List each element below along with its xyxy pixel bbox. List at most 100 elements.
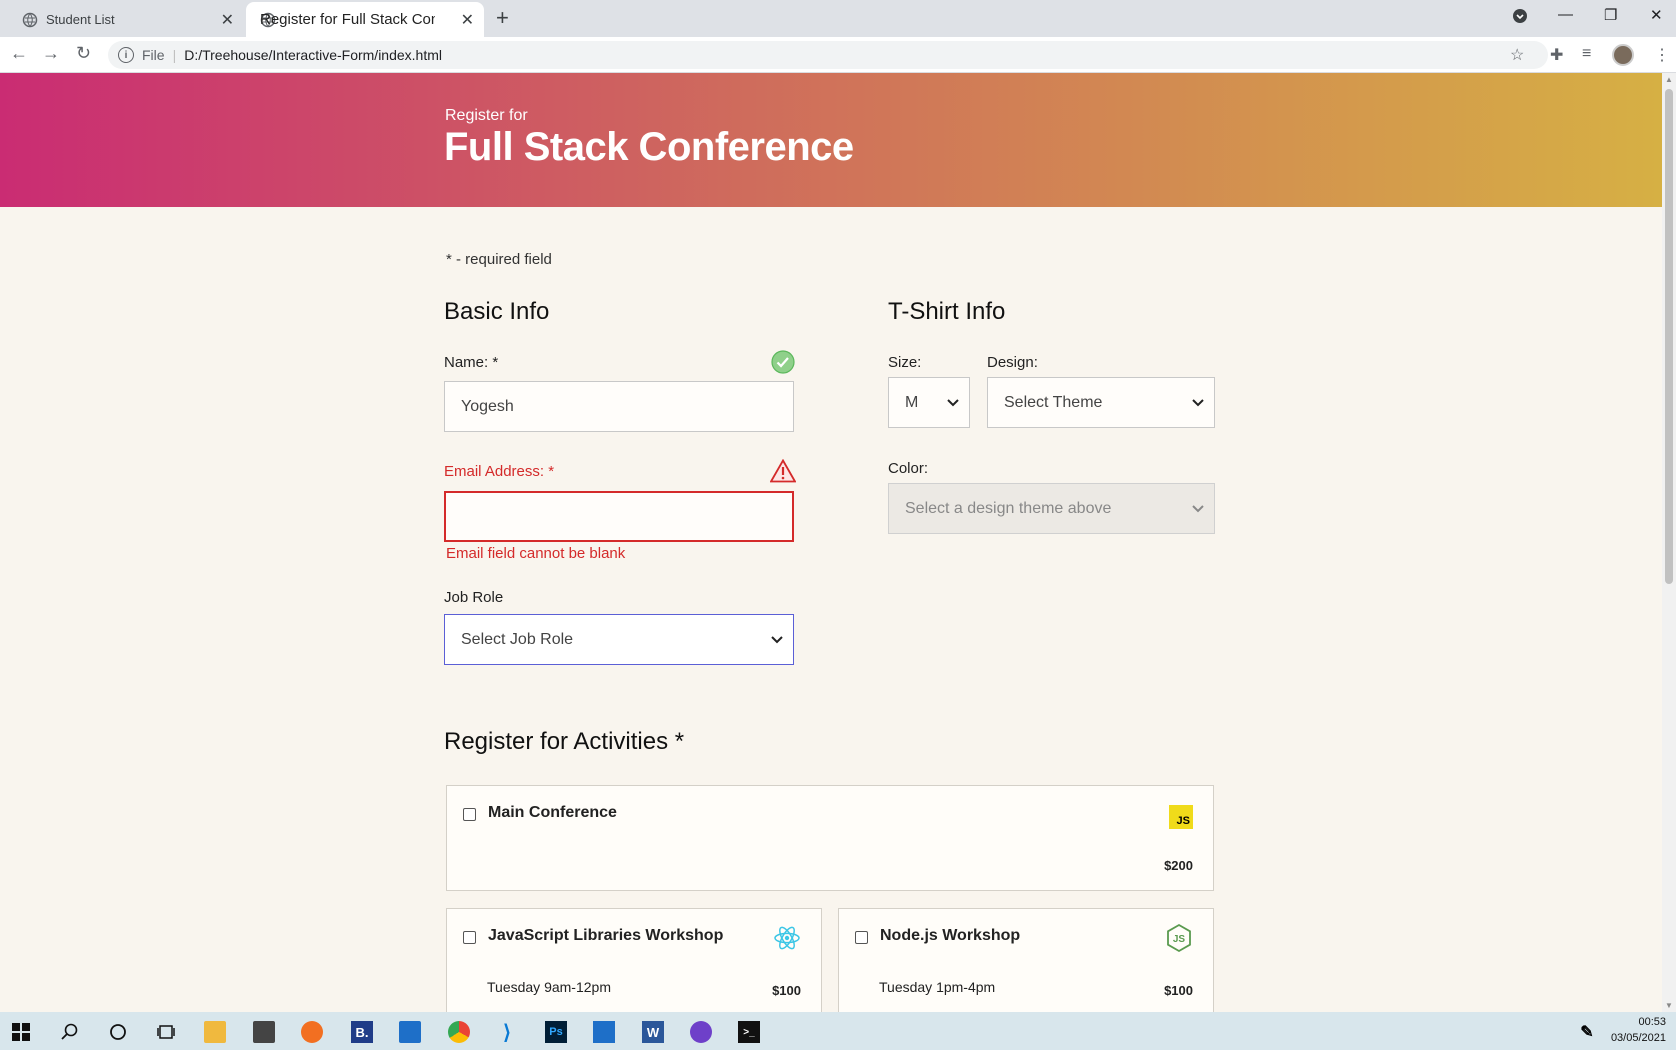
- job-role-selected: Select Job Role: [461, 630, 574, 648]
- size-select[interactable]: M: [888, 377, 970, 428]
- photos-icon[interactable]: [593, 1021, 615, 1043]
- photoshop-icon[interactable]: Ps: [545, 1021, 567, 1043]
- activity-name: Main Conference: [488, 804, 617, 821]
- activity-price: $100: [772, 983, 801, 998]
- name-label: Name: *: [444, 354, 498, 371]
- windows-taskbar: B. ⟩ Ps W >_ ✎ 00:53 03/05/2021: [0, 1012, 1676, 1050]
- page-scrollbar[interactable]: ▲ ▼: [1662, 73, 1676, 1012]
- github-desktop-icon[interactable]: [690, 1021, 712, 1043]
- page-title: Full Stack Conference: [444, 125, 854, 169]
- extensions-icon[interactable]: ✚: [1550, 45, 1563, 65]
- activity-name: Node.js Workshop: [880, 927, 1021, 944]
- header-pre-title: Register for: [445, 107, 528, 124]
- tshirt-info-heading: T-Shirt Info: [888, 298, 1006, 325]
- activities-heading: Register for Activities *: [444, 728, 684, 756]
- media-control-icon[interactable]: ≡: [1582, 45, 1591, 63]
- reload-icon[interactable]: ↻: [76, 43, 91, 64]
- minimize-icon[interactable]: —: [1558, 6, 1573, 23]
- job-role-label: Job Role: [444, 589, 504, 606]
- js-icon: JS: [1169, 805, 1193, 829]
- activity-time: Tuesday 9am-12pm: [487, 979, 611, 995]
- email-input[interactable]: [444, 491, 794, 542]
- name-input-value: Yogesh: [461, 397, 514, 415]
- back-icon[interactable]: ←: [10, 43, 28, 64]
- tab-search-icon[interactable]: [1512, 8, 1528, 28]
- required-asterisk: *: [674, 728, 685, 755]
- tab-label: Student List: [46, 12, 115, 27]
- bootstrap-app-icon[interactable]: B.: [351, 1021, 373, 1043]
- color-select[interactable]: Select a design theme above: [888, 483, 1215, 534]
- scroll-down-icon[interactable]: ▼: [1665, 1001, 1673, 1010]
- nodejs-icon: JS: [1167, 923, 1191, 953]
- tab-label: Register for Full Stack Conference: [260, 11, 435, 28]
- name-input[interactable]: Yogesh: [444, 381, 794, 432]
- activity-main-conference[interactable]: Main Conference JS $200: [446, 785, 1214, 891]
- design-select[interactable]: Select Theme: [987, 377, 1215, 428]
- mail-icon[interactable]: [399, 1021, 421, 1043]
- chevron-down-icon: [1192, 396, 1204, 410]
- job-role-select[interactable]: Select Job Role: [444, 614, 794, 665]
- address-bar[interactable]: i File | D:/Treehouse/Interactive-Form/i…: [108, 41, 1548, 69]
- tab-register-conference[interactable]: Register for Full Stack Conference ✕: [246, 2, 484, 37]
- url-scheme: File: [142, 47, 165, 63]
- word-icon[interactable]: W: [642, 1021, 664, 1043]
- chrome-icon[interactable]: [448, 1021, 470, 1043]
- close-tab-icon[interactable]: ✕: [461, 10, 474, 30]
- new-tab-icon[interactable]: +: [496, 5, 509, 31]
- info-icon[interactable]: i: [118, 47, 134, 63]
- activity-checkbox[interactable]: [463, 808, 476, 821]
- pen-icon[interactable]: ✎: [1576, 1021, 1598, 1043]
- warning-icon: [770, 459, 796, 483]
- store-icon[interactable]: [253, 1021, 275, 1043]
- bookmark-star-icon[interactable]: ☆: [1510, 45, 1524, 65]
- firefox-icon[interactable]: [301, 1021, 323, 1043]
- size-label: Size:: [888, 354, 922, 371]
- required-asterisk: *: [446, 251, 452, 268]
- activity-checkbox[interactable]: [463, 931, 476, 944]
- size-selected: M: [905, 393, 919, 411]
- required-note-text: - required field: [456, 251, 552, 268]
- vscode-icon[interactable]: ⟩: [496, 1021, 518, 1044]
- activity-js-libraries[interactable]: JavaScript Libraries Workshop Tuesday 9a…: [446, 908, 822, 1012]
- page-viewport: Register for Full Stack Conference * - r…: [0, 73, 1662, 1012]
- search-icon[interactable]: [59, 1021, 81, 1043]
- file-explorer-icon[interactable]: [204, 1021, 226, 1043]
- chevron-down-icon: [947, 396, 959, 410]
- menu-icon[interactable]: ⋮: [1654, 45, 1670, 65]
- restore-icon[interactable]: ❐: [1604, 6, 1617, 24]
- required-asterisk: *: [548, 463, 555, 480]
- activity-price: $200: [1164, 858, 1193, 873]
- task-view-icon[interactable]: [155, 1021, 177, 1043]
- cortana-icon[interactable]: [107, 1021, 129, 1043]
- email-label: Email Address: *: [444, 463, 554, 480]
- url-text: D:/Treehouse/Interactive-Form/index.html: [184, 47, 442, 63]
- color-selected: Select a design theme above: [905, 499, 1112, 517]
- clock-date: 03/05/2021: [1610, 1032, 1666, 1044]
- forward-icon[interactable]: →: [42, 43, 60, 64]
- required-note: * - required field: [446, 251, 552, 268]
- activity-name: JavaScript Libraries Workshop: [488, 927, 724, 944]
- system-clock[interactable]: 00:53 03/05/2021: [1611, 1014, 1666, 1046]
- close-window-icon[interactable]: ✕: [1650, 6, 1663, 24]
- avatar[interactable]: [1612, 44, 1634, 66]
- required-asterisk: *: [492, 354, 499, 371]
- svg-text:JS: JS: [1173, 934, 1186, 945]
- email-label-text: Email Address:: [444, 463, 545, 480]
- clock-time: 00:53: [1638, 1016, 1666, 1028]
- activity-time: Tuesday 1pm-4pm: [879, 979, 996, 995]
- activity-checkbox[interactable]: [855, 931, 868, 944]
- activity-nodejs[interactable]: Node.js Workshop JS Tuesday 1pm-4pm $100: [838, 908, 1214, 1012]
- tab-student-list[interactable]: Student List ✕: [8, 2, 244, 37]
- chevron-down-icon: [1192, 502, 1204, 516]
- terminal-icon[interactable]: >_: [738, 1021, 760, 1043]
- scroll-up-icon[interactable]: ▲: [1665, 75, 1673, 84]
- windows-start-icon[interactable]: [10, 1021, 32, 1043]
- scrollbar-thumb[interactable]: [1665, 89, 1673, 584]
- url-separator: |: [172, 47, 177, 63]
- design-label: Design:: [987, 354, 1038, 371]
- activity-price: $100: [1164, 983, 1193, 998]
- globe-icon: [22, 12, 38, 28]
- close-tab-icon[interactable]: ✕: [221, 10, 234, 30]
- color-label: Color:: [888, 460, 929, 477]
- design-selected: Select Theme: [1004, 393, 1103, 411]
